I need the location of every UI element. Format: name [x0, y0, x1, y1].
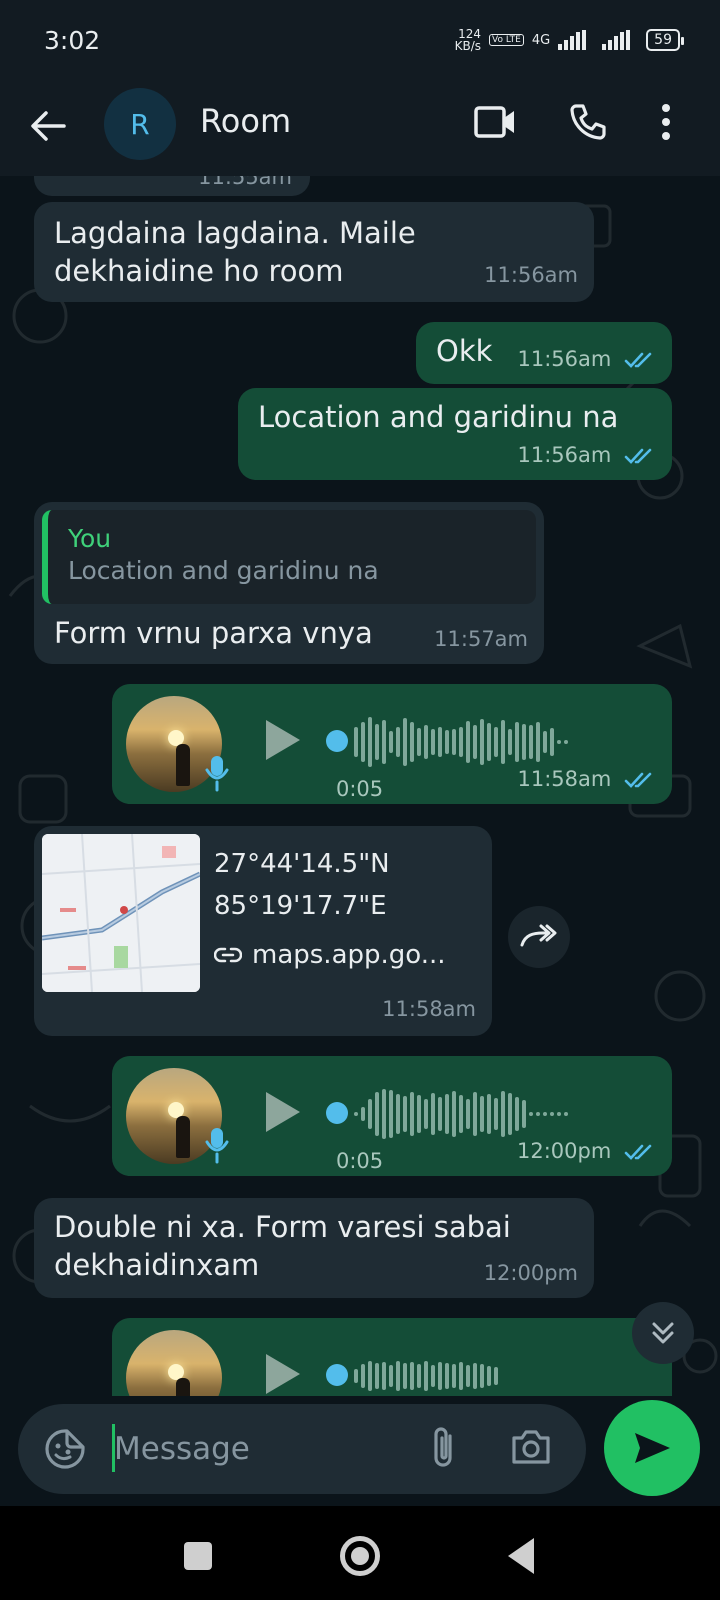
link-icon	[214, 947, 242, 963]
latitude: 27°44'14.5"N	[214, 849, 390, 879]
message-incoming-reply[interactable]: You Location and garidinu na Form vrnu p…	[34, 502, 544, 664]
camera-icon[interactable]	[510, 1428, 552, 1466]
voice-message-outgoing[interactable]: 0:05 12:00pm	[112, 1056, 672, 1176]
map-thumbnail[interactable]	[42, 834, 200, 992]
message-time: 12:00pm	[517, 1132, 656, 1170]
message-time: 11:57am	[434, 627, 528, 651]
double-tick-icon	[624, 448, 652, 464]
location-message-incoming[interactable]: 27°44'14.5"N 85°19'17.7"E maps.app.go...…	[34, 826, 492, 1036]
message-outgoing[interactable]: Okk 11:56am	[416, 322, 672, 384]
message-incoming[interactable]: Lagdaina lagdaina. Maile dekhaidine ho r…	[34, 202, 594, 302]
double-tick-icon	[624, 772, 652, 788]
scroll-to-bottom-button[interactable]	[632, 1302, 694, 1364]
message-text: Double ni xa. Form varesi sabai dekhaidi…	[54, 1208, 511, 1284]
message-time: 11:56am	[517, 340, 656, 378]
longitude: 85°19'17.7"E	[214, 891, 387, 921]
message-time-label: 11:58am	[517, 767, 612, 791]
video-call-button[interactable]	[474, 104, 516, 144]
signal-strength-icon	[558, 30, 587, 50]
phone-icon	[570, 104, 606, 140]
mic-icon	[205, 1128, 229, 1164]
battery-icon: 59	[646, 29, 684, 51]
scroll-down-icon	[652, 1322, 674, 1344]
contact-avatar[interactable]: R	[104, 88, 176, 160]
message-time: 11:58am	[382, 997, 476, 1021]
play-icon[interactable]	[262, 1090, 302, 1134]
status-indicators: 124 KB/s Vo LTE 4G 59	[455, 28, 684, 52]
location-coordinates: 27°44'14.5"N 85°19'17.7"E	[214, 846, 390, 924]
send-icon	[635, 1433, 670, 1463]
status-time: 3:02	[44, 25, 101, 55]
message-text: Form vrnu parxa vnya	[54, 616, 373, 650]
volte-icon: Vo LTE	[489, 34, 524, 46]
chat-title[interactable]: Room	[200, 102, 291, 140]
message-time: 11:55am	[198, 176, 292, 189]
quote-text: Location and garidinu na	[68, 556, 379, 585]
system-navigation-bar	[0, 1506, 720, 1600]
play-icon[interactable]	[262, 1352, 302, 1396]
message-time: 11:58am	[517, 760, 656, 798]
recents-button[interactable]	[184, 1542, 212, 1570]
forward-button[interactable]	[508, 906, 570, 968]
quoted-message[interactable]: You Location and garidinu na	[42, 510, 536, 604]
sticker-icon[interactable]	[44, 1428, 86, 1470]
voice-message-outgoing[interactable]: 0:05 11:58am	[112, 684, 672, 804]
quote-author: You	[68, 524, 112, 553]
sender-avatar	[126, 1330, 222, 1396]
message-time-label: 12:00pm	[517, 1139, 612, 1163]
waveform[interactable]	[354, 1346, 498, 1396]
message-text-line: dekhaidinxam	[54, 1248, 260, 1282]
message-input[interactable]	[114, 1422, 394, 1476]
back-button[interactable]	[28, 106, 68, 146]
more-vert-icon	[662, 104, 670, 140]
message-time-label: 11:56am	[517, 347, 612, 371]
message-list[interactable]: 11:55am Lagdaina lagdaina. Maile dekhaid…	[0, 176, 720, 1396]
message-time: 12:00pm	[483, 1261, 578, 1285]
chat-header: R Room	[0, 80, 720, 176]
double-tick-icon	[624, 1144, 652, 1160]
mic-icon	[205, 756, 229, 792]
forward-icon	[520, 924, 557, 947]
attach-icon[interactable]	[428, 1426, 458, 1470]
map-image	[42, 834, 200, 992]
voice-duration: 0:05	[336, 777, 384, 801]
network-speed-unit: KB/s	[454, 39, 482, 53]
video-call-icon	[474, 106, 514, 138]
voice-message-outgoing-partial[interactable]	[112, 1318, 672, 1396]
message-time-label: 11:56am	[517, 443, 612, 467]
voice-call-button[interactable]	[568, 102, 608, 146]
status-bar: 3:02 124 KB/s Vo LTE 4G 59	[0, 0, 720, 80]
message-text: Location and garidinu na	[258, 400, 619, 434]
message-incoming[interactable]: Double ni xa. Form varesi sabai dekhaidi…	[34, 1198, 594, 1298]
double-tick-icon	[624, 352, 652, 368]
map-link[interactable]: maps.app.go...	[214, 936, 446, 974]
message-text-line: Lagdaina lagdaina. Maile	[54, 216, 416, 250]
message-text-line: Double ni xa. Form varesi sabai	[54, 1210, 511, 1244]
message-text: Lagdaina lagdaina. Maile dekhaidine ho r…	[54, 214, 416, 290]
play-icon[interactable]	[262, 718, 302, 762]
system-back-button[interactable]	[508, 1538, 534, 1574]
message-time: 11:56am	[484, 263, 578, 287]
message-composer	[18, 1404, 586, 1494]
playback-progress-handle[interactable]	[326, 1364, 348, 1386]
playback-progress-handle[interactable]	[326, 730, 348, 752]
voice-duration: 0:05	[336, 1149, 384, 1173]
link-text[interactable]: maps.app.go...	[252, 936, 446, 974]
message-text-line: dekhaidine ho room	[54, 254, 344, 288]
signal-strength-icon-2	[602, 30, 631, 50]
message-incoming-partial[interactable]: 11:55am	[34, 176, 310, 196]
back-arrow-icon	[31, 111, 66, 141]
network-type: 4G	[531, 32, 551, 48]
send-button[interactable]	[604, 1400, 700, 1496]
more-options-button[interactable]	[660, 102, 672, 146]
network-speed: 124 KB/s	[455, 28, 481, 52]
home-button[interactable]	[340, 1536, 380, 1576]
message-time: 11:56am	[517, 436, 656, 474]
playback-progress-handle[interactable]	[326, 1102, 348, 1124]
message-outgoing[interactable]: Location and garidinu na 11:56am	[238, 388, 672, 480]
message-text: Okk	[436, 334, 493, 368]
